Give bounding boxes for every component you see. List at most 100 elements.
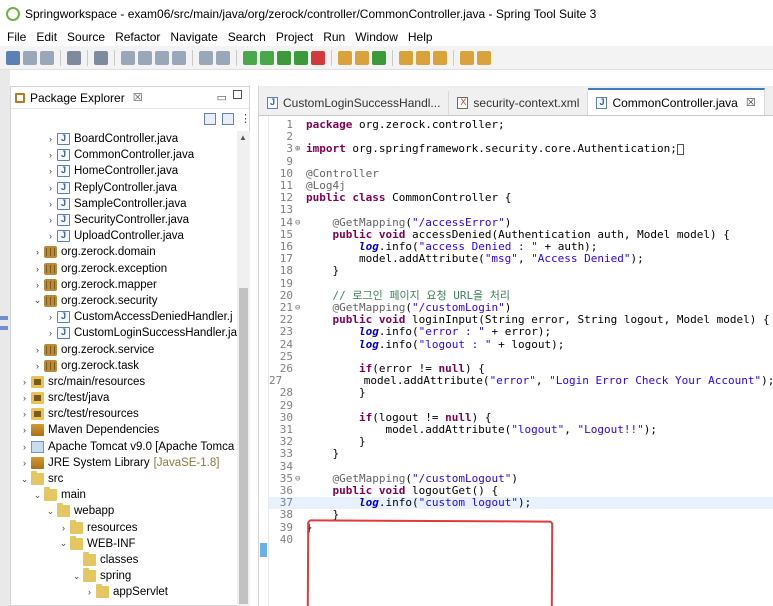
tree-item[interactable]: › CommonController.java [11, 147, 237, 163]
expand-chevron-icon[interactable]: › [46, 199, 55, 209]
tree-item[interactable]: › Maven Dependencies [11, 422, 237, 438]
tree-item[interactable]: › org.zerock.service [11, 341, 237, 357]
minimize-icon[interactable]: ▭ [217, 91, 227, 104]
expand-chevron-icon[interactable]: › [20, 458, 29, 468]
tree-item[interactable]: › ReplyController.java [11, 180, 237, 196]
expand-chevron-icon[interactable]: › [33, 264, 42, 274]
expand-chevron-icon[interactable]: › [20, 377, 29, 387]
expand-chevron-icon[interactable]: › [85, 587, 94, 597]
tree-item[interactable]: › resources [11, 519, 237, 536]
step-icon[interactable] [172, 50, 186, 65]
search-ref-icon[interactable] [433, 50, 447, 65]
menu-file[interactable]: File [2, 30, 31, 44]
menu-help[interactable]: Help [403, 30, 438, 44]
tree-item[interactable]: › SecurityController.java [11, 212, 237, 228]
refactor-icon[interactable] [216, 50, 230, 65]
code-area[interactable]: 1 package org.zerock.controller; 2 3 ⊕ import… [259, 116, 773, 606]
stop-icon[interactable] [155, 50, 169, 65]
expand-chevron-icon[interactable]: › [46, 312, 55, 322]
editor-tab[interactable]: CustomLoginSuccessHandl... [259, 91, 450, 115]
collapse-chevron-icon[interactable]: ⌄ [33, 295, 42, 306]
code-line[interactable]: 39} [269, 521, 773, 534]
highlight-icon[interactable] [477, 50, 491, 65]
expand-chevron-icon[interactable]: › [46, 231, 55, 241]
expand-chevron-icon[interactable]: › [20, 442, 29, 452]
menu-search[interactable]: Search [223, 30, 271, 44]
tree-item[interactable]: › CustomAccessDeniedHandler.j [11, 309, 237, 325]
code-line[interactable]: 1 package org.zerock.controller; [269, 118, 773, 131]
new-java-project-icon[interactable] [338, 50, 352, 65]
menu-run[interactable]: Run [318, 30, 350, 44]
tree-item[interactable]: › org.zerock.exception [11, 261, 237, 277]
close-icon[interactable]: ☒ [133, 91, 143, 104]
coverage-icon[interactable] [311, 50, 325, 65]
package-explorer-title[interactable]: Package Explorer [30, 91, 125, 105]
menu-project[interactable]: Project [271, 30, 318, 44]
maximize-icon[interactable] [233, 90, 242, 99]
save-icon[interactable] [23, 50, 37, 65]
current-code-line[interactable]: 37 log.info("custom logout"); [269, 496, 773, 510]
expand-chevron-icon[interactable]: › [33, 345, 42, 355]
editor-tab[interactable]: security-context.xml [449, 91, 589, 115]
code-line[interactable]: 33 } [269, 448, 773, 460]
tree-item[interactable]: › CustomLoginSuccessHandler.ja [11, 325, 237, 341]
expand-chevron-icon[interactable]: › [20, 393, 29, 403]
open-type-icon[interactable] [399, 50, 413, 65]
code-line[interactable]: 23 log.info("error : " + error); [269, 326, 773, 338]
collapse-chevron-icon[interactable]: ⌄ [20, 474, 29, 485]
tree-item[interactable]: › SampleController.java [11, 196, 237, 212]
expand-chevron-icon[interactable]: › [20, 425, 29, 435]
tree-item[interactable]: ⌄ main [11, 487, 237, 503]
editor-tab[interactable]: CommonController.java ☒ [588, 88, 765, 115]
expand-chevron-icon[interactable]: › [46, 134, 55, 144]
tree-item[interactable]: › Apache Tomcat v9.0 [Apache Tomca [11, 439, 237, 455]
scrollbar-thumb[interactable] [239, 288, 248, 604]
close-tab-icon[interactable]: ☒ [746, 96, 756, 109]
format-icon[interactable] [199, 50, 213, 65]
code-line[interactable]: 12 public class CommonController { [269, 191, 773, 204]
tree-item[interactable]: ⌄ webapp [11, 503, 237, 519]
boot-dashboard-icon[interactable] [243, 50, 257, 65]
tree-item[interactable]: › org.zerock.domain [11, 244, 237, 260]
tree-item[interactable]: › UploadController.java [11, 228, 237, 244]
tree-item[interactable]: › HomeController.java [11, 163, 237, 179]
menu-refactor[interactable]: Refactor [110, 30, 165, 44]
print-icon[interactable] [67, 50, 81, 65]
new-package-icon[interactable] [355, 50, 369, 65]
fold-toggle-icon[interactable]: ⊖ [295, 217, 306, 229]
tree-item[interactable]: › appServlet [11, 584, 237, 600]
external-tools-icon[interactable] [294, 50, 308, 65]
tree-item[interactable]: ⌄ spring [11, 568, 237, 584]
expand-chevron-icon[interactable]: › [20, 409, 29, 419]
expand-chevron-icon[interactable]: › [46, 215, 55, 225]
expand-chevron-icon[interactable]: › [59, 523, 68, 533]
tree-item[interactable]: classes [11, 551, 237, 568]
tree-item[interactable]: › org.zerock.mapper [11, 277, 237, 293]
fold-toggle-icon[interactable]: ⊖ [295, 302, 306, 314]
code-line[interactable]: 40 [269, 533, 773, 546]
expand-chevron-icon[interactable]: › [46, 183, 55, 193]
expand-chevron-icon[interactable]: › [33, 247, 42, 257]
pause-icon[interactable] [138, 50, 152, 65]
expand-chevron-icon[interactable]: › [33, 361, 42, 371]
save-all-icon[interactable] [40, 50, 54, 65]
view-menu-icon[interactable]: ⋮ [240, 113, 251, 125]
code-line[interactable]: 32 } [269, 435, 773, 448]
collapse-chevron-icon[interactable]: ⌄ [33, 490, 42, 501]
run-last-icon[interactable] [121, 50, 135, 65]
code-line[interactable]: 18 } [269, 265, 773, 277]
collapse-chevron-icon[interactable]: ⌄ [59, 538, 68, 549]
menu-edit[interactable]: Edit [31, 30, 62, 44]
tree-item[interactable]: › src/test/java [11, 390, 237, 406]
fold-toggle-icon[interactable]: ⊕ [295, 143, 306, 155]
link-with-editor-icon[interactable] [222, 113, 234, 125]
code-line[interactable]: 28 } [269, 387, 773, 399]
new-icon[interactable] [6, 50, 20, 65]
expand-chevron-icon[interactable]: › [33, 280, 42, 290]
run-icon[interactable] [277, 50, 291, 65]
debug-icon[interactable] [260, 50, 274, 65]
menu-source[interactable]: Source [62, 30, 110, 44]
toggle-mark-icon[interactable] [460, 50, 474, 65]
open-task-icon[interactable] [416, 50, 430, 65]
code-line[interactable]: 17 model.addAttribute("msg", "Access Den… [269, 252, 773, 265]
